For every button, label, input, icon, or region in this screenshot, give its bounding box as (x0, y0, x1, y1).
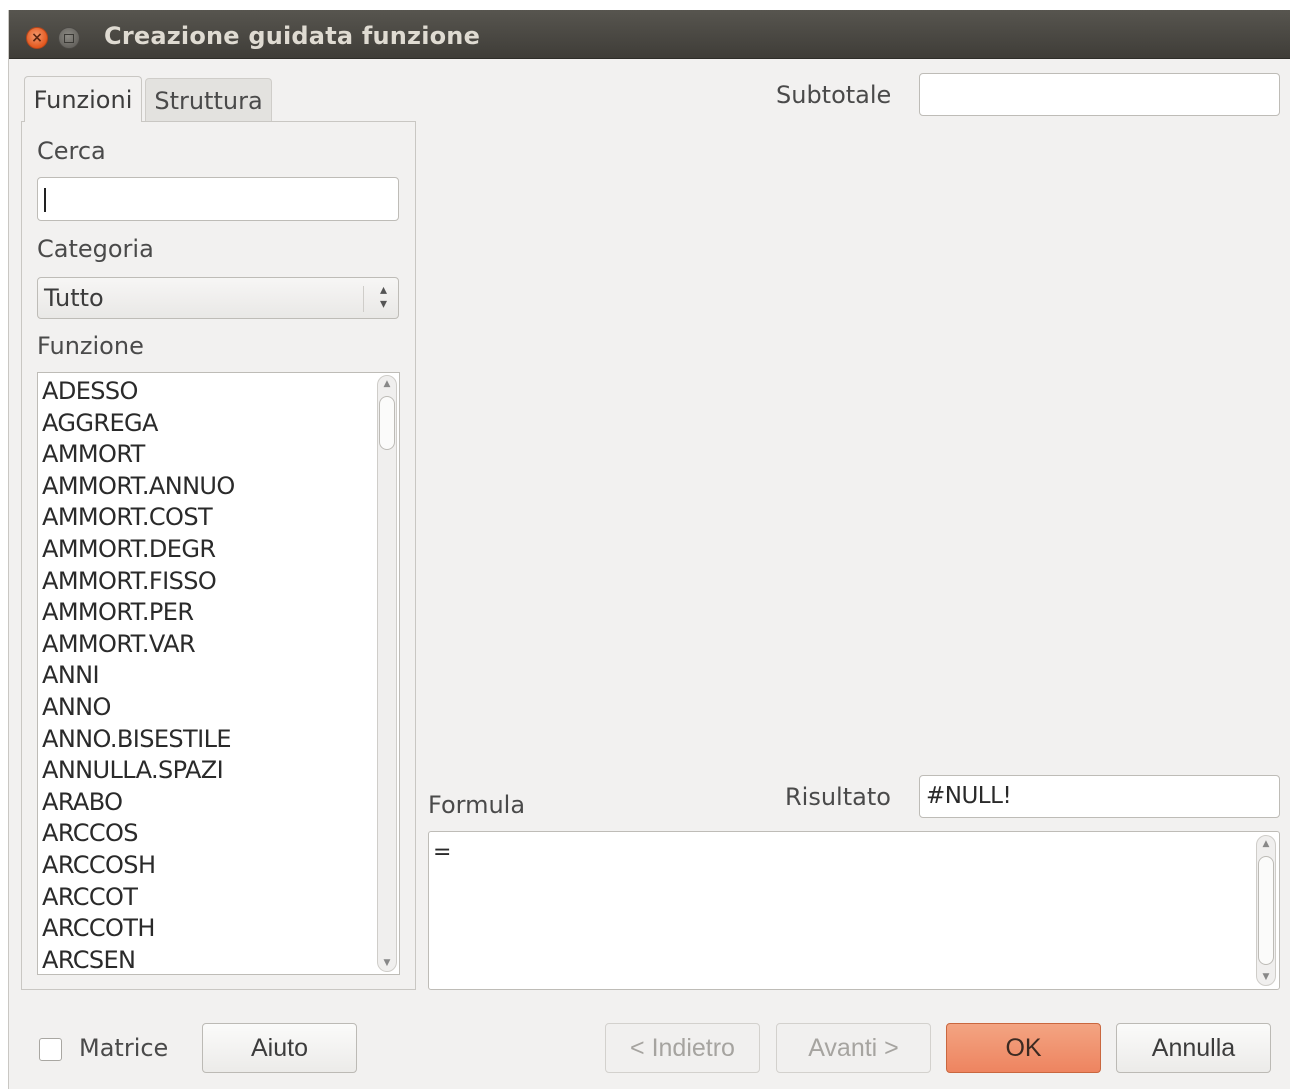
subtotal-field[interactable] (919, 73, 1280, 116)
close-button[interactable]: × (26, 27, 48, 49)
result-label: Risultato (785, 783, 891, 811)
function-list-item[interactable]: ANNI (42, 660, 235, 692)
close-icon: × (31, 30, 43, 46)
function-list-item[interactable]: AMMORT.PER (42, 597, 235, 629)
function-list-item[interactable]: ANNULLA.SPAZI (42, 755, 235, 787)
tab-funzioni[interactable]: Funzioni (24, 76, 142, 122)
subtotal-label: Subtotale (776, 81, 892, 109)
formula-textarea[interactable]: = ▲ ▼ (428, 831, 1280, 990)
next-button[interactable]: Avanti > (776, 1023, 931, 1073)
function-list-item[interactable]: ARCCOSH (42, 850, 235, 882)
formula-text: = (433, 840, 452, 865)
function-list-item[interactable]: AGGREGA (42, 408, 235, 440)
maximize-icon (64, 33, 74, 43)
category-selected-value: Tutto (44, 284, 104, 312)
cancel-button[interactable]: Annulla (1116, 1023, 1271, 1073)
text-caret (44, 188, 46, 212)
function-listbox[interactable]: ADESSO AGGREGA AMMORT AMMORT.ANNUO AMMORT.CO… (37, 372, 400, 975)
function-list-items: ADESSO AGGREGA AMMORT AMMORT.ANNUO AMMORT.CO… (42, 376, 235, 974)
function-list-item[interactable]: ARCSEN (42, 945, 235, 974)
function-list-item[interactable]: AMMORT.FISSO (42, 566, 235, 598)
function-list-item[interactable]: AMMORT.COST (42, 502, 235, 534)
function-list-item[interactable]: ARCCOTH (42, 913, 235, 945)
scrollbar-thumb[interactable] (379, 396, 395, 450)
title-bar: × Creazione guidata funzione (9, 10, 1290, 59)
result-value: #NULL! (926, 783, 1012, 809)
scroll-up-icon[interactable]: ▲ (1257, 837, 1275, 851)
matrix-checkbox[interactable] (39, 1038, 62, 1061)
search-label: Cerca (37, 137, 106, 165)
up-down-arrows-icon: ▴ ▾ (379, 282, 387, 312)
formula-scrollbar-thumb[interactable] (1258, 856, 1274, 965)
scroll-down-icon[interactable]: ▼ (1257, 970, 1275, 984)
function-list-scrollbar[interactable]: ▲ ▼ (377, 375, 397, 972)
function-list-item[interactable]: AMMORT (42, 439, 235, 471)
category-select[interactable]: Tutto ▴ ▾ (37, 277, 399, 319)
function-list-item[interactable]: ANNO (42, 692, 235, 724)
result-field[interactable]: #NULL! (919, 775, 1280, 818)
function-list-item[interactable]: ARCCOT (42, 882, 235, 914)
function-list-label: Funzione (37, 332, 144, 360)
back-button[interactable]: < Indietro (605, 1023, 760, 1073)
formula-scrollbar[interactable]: ▲ ▼ (1256, 835, 1276, 986)
function-list-item[interactable]: AMMORT.DEGR (42, 534, 235, 566)
scroll-down-icon[interactable]: ▼ (378, 956, 396, 970)
function-list-item[interactable]: ANNO.BISESTILE (42, 724, 235, 756)
ok-button[interactable]: OK (946, 1023, 1101, 1073)
function-list-item[interactable]: ADESSO (42, 376, 235, 408)
function-list-item[interactable]: ARCCOS (42, 818, 235, 850)
category-label: Categoria (37, 235, 154, 263)
maximize-button[interactable] (58, 27, 80, 49)
window-title: Creazione guidata funzione (104, 22, 481, 50)
help-button[interactable]: Aiuto (202, 1023, 357, 1073)
scroll-up-icon[interactable]: ▲ (378, 377, 396, 391)
function-wizard-dialog: × Creazione guidata funzione Funzioni St… (8, 10, 1290, 1089)
function-list-item[interactable]: AMMORT.ANNUO (42, 471, 235, 503)
function-list-item[interactable]: ARABO (42, 787, 235, 819)
formula-label: Formula (428, 791, 526, 819)
tab-struttura[interactable]: Struttura (145, 78, 272, 122)
function-list-item[interactable]: AMMORT.VAR (42, 629, 235, 661)
combo-separator (363, 286, 364, 312)
search-input[interactable] (37, 177, 399, 221)
matrix-label[interactable]: Matrice (79, 1034, 168, 1062)
